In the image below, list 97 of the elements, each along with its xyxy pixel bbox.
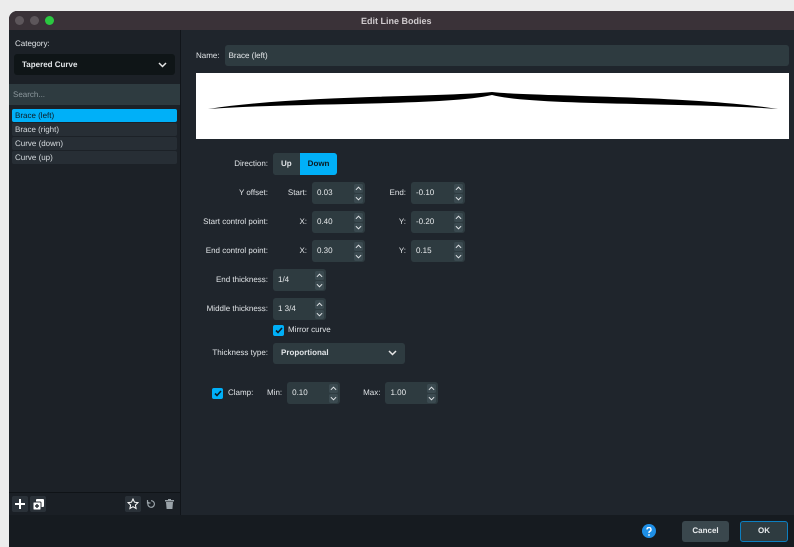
chevron-up-icon	[455, 244, 462, 248]
decrement-button[interactable]	[315, 280, 324, 290]
number-field[interactable]: -0.10	[411, 182, 465, 204]
number-field[interactable]: 0.03	[312, 182, 365, 204]
chevron-up-icon	[316, 302, 323, 306]
field-label: Y offset:	[238, 187, 269, 199]
category-label: Category:	[14, 38, 51, 50]
field-label: X:	[298, 216, 308, 228]
increment-button[interactable]	[354, 242, 363, 250]
chevron-down-icon	[330, 396, 338, 400]
chevron-down-icon	[455, 254, 462, 258]
number-field[interactable]: 0.30	[312, 240, 365, 262]
number-field[interactable]: -0.20	[411, 211, 465, 233]
search-field[interactable]: Search...	[9, 84, 180, 105]
decrement-button[interactable]	[315, 310, 324, 318]
chevron-down-icon	[455, 224, 462, 230]
decrement-button[interactable]	[354, 222, 363, 232]
help-icon[interactable]	[642, 524, 656, 538]
chevron-down-icon	[316, 312, 323, 316]
increment-button[interactable]	[427, 384, 436, 392]
checkbox-label: Clamp:	[227, 387, 254, 399]
field-label: X:	[298, 245, 308, 257]
increment-button[interactable]	[315, 270, 324, 280]
chevron-up-icon	[455, 186, 462, 190]
field-label: Y:	[398, 216, 407, 228]
field-label: Direction:	[233, 158, 269, 170]
star-icon	[127, 498, 139, 510]
number-field[interactable]: 1/4	[273, 269, 326, 291]
chevron-down-icon	[158, 62, 167, 68]
number-field[interactable]: 1 3/4	[273, 298, 326, 320]
name-label: Name:	[196, 50, 220, 62]
duplicate-icon	[32, 498, 44, 510]
chevron-up-icon	[355, 244, 362, 248]
increment-button[interactable]	[354, 184, 363, 192]
decrement-button[interactable]	[454, 222, 463, 232]
increment-button[interactable]	[315, 300, 324, 308]
chevron-up-icon	[316, 272, 323, 278]
number-field[interactable]: 0.10	[287, 382, 340, 404]
checkmark-icon	[274, 326, 282, 334]
favorite-button[interactable]	[125, 496, 141, 512]
number-field[interactable]: 0.15	[411, 240, 465, 262]
window-title: Edit Line Bodies	[361, 15, 432, 28]
chevron-down-icon	[355, 254, 362, 258]
checkmark-icon	[214, 390, 222, 396]
field-label: Thickness type:	[211, 347, 269, 359]
decrement-button[interactable]	[427, 394, 436, 402]
chevron-down-icon	[355, 224, 362, 230]
increment-button[interactable]	[329, 384, 338, 392]
field-label: Middle thickness:	[206, 303, 269, 315]
field-label: Y:	[398, 245, 407, 257]
field-label: Min:	[267, 387, 284, 399]
increment-button[interactable]	[454, 184, 463, 192]
chevron-down-icon	[455, 196, 462, 200]
field-label: Max:	[362, 387, 382, 399]
chevron-down-icon	[355, 196, 362, 200]
increment-button[interactable]	[454, 212, 463, 222]
field-label: End:	[388, 187, 407, 199]
list-item[interactable]: Brace (right)	[12, 123, 177, 136]
decrement-button[interactable]	[454, 194, 463, 202]
checkbox[interactable]	[212, 388, 223, 398]
field-label: End thickness:	[214, 274, 269, 286]
decrement-button[interactable]	[329, 394, 338, 402]
field-label: Start:	[286, 187, 308, 199]
chevron-up-icon	[428, 386, 436, 390]
number-field[interactable]: 0.40	[312, 211, 365, 233]
list-item[interactable]: Curve (down)	[12, 137, 177, 150]
duplicate-button[interactable]	[30, 496, 46, 512]
decrement-button[interactable]	[354, 194, 363, 202]
thickness-type-dropdown[interactable]: Proportional	[273, 342, 405, 364]
zoom-icon[interactable]	[45, 16, 54, 25]
checkbox-label: Mirror curve	[288, 324, 331, 336]
list-item[interactable]: Curve (up)	[12, 151, 177, 164]
decrement-button[interactable]	[454, 252, 463, 260]
direction-option[interactable]: Down	[300, 153, 338, 175]
decrement-button[interactable]	[354, 252, 363, 260]
reset-icon	[146, 499, 156, 509]
plus-icon	[15, 499, 25, 509]
chevron-down-icon	[428, 396, 436, 400]
ok-button[interactable]: OK	[740, 520, 788, 542]
chevron-up-icon	[355, 214, 362, 220]
list-item[interactable]: Brace (left)	[12, 109, 177, 122]
name-field[interactable]: Brace (left)	[224, 45, 789, 66]
increment-button[interactable]	[354, 212, 363, 222]
chevron-up-icon	[455, 214, 462, 220]
chevron-down-icon	[388, 350, 397, 356]
field-label: Start control point:	[202, 216, 269, 228]
chevron-up-icon	[330, 386, 338, 390]
checkbox[interactable]	[273, 324, 284, 336]
add-button[interactable]	[12, 496, 28, 512]
number-field[interactable]: 1.00	[385, 382, 438, 404]
chevron-down-icon	[316, 282, 323, 288]
cancel-button[interactable]: Cancel	[682, 520, 729, 542]
trash-icon	[164, 499, 174, 509]
chevron-up-icon	[355, 186, 362, 190]
field-label: End control point:	[204, 245, 269, 257]
increment-button[interactable]	[454, 242, 463, 250]
category-dropdown[interactable]: Tapered Curve	[14, 54, 175, 75]
